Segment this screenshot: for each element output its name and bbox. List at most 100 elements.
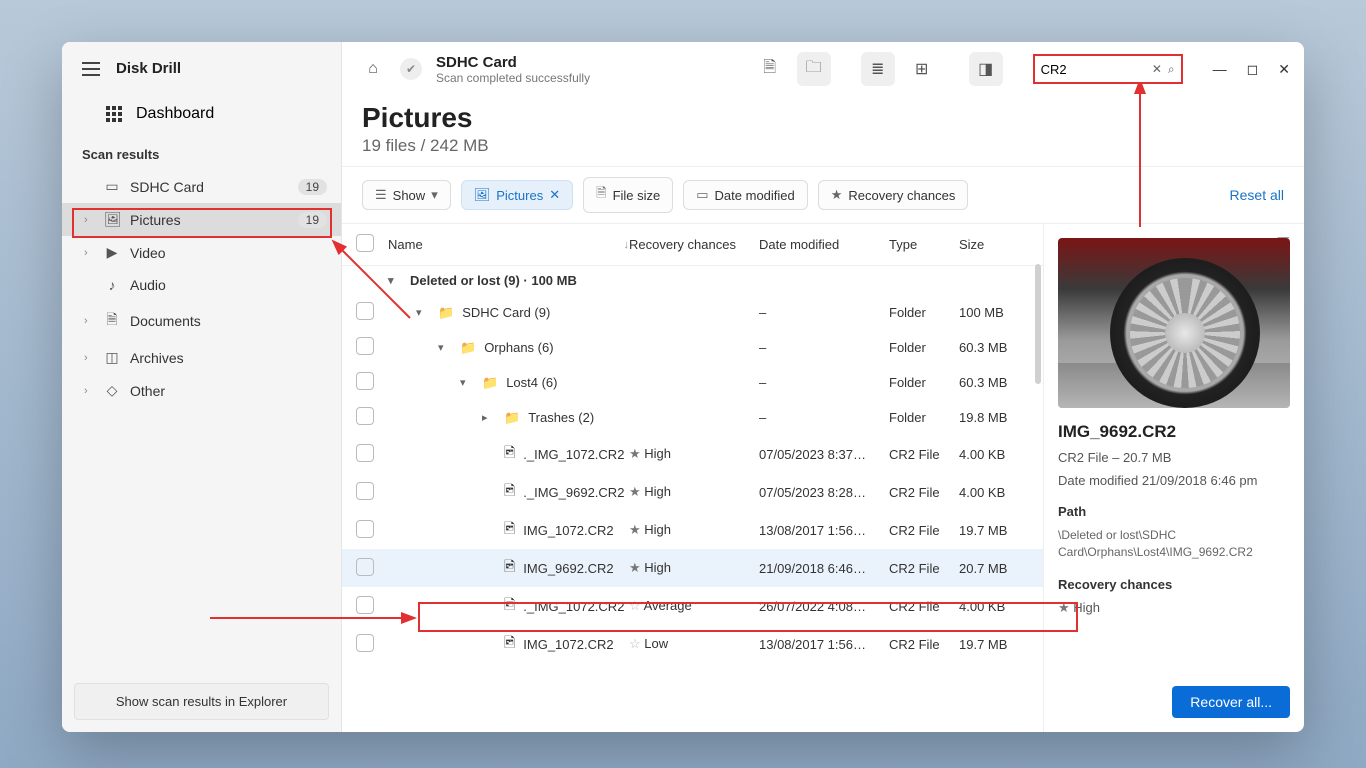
sidebar-item-other[interactable]: ›◇ Other (62, 374, 341, 407)
star-icon: ★ (831, 187, 843, 203)
sidebar-item-dashboard[interactable]: Dashboard (62, 95, 341, 133)
content-row: Name ↓ Recovery chances Date modified Ty… (342, 224, 1304, 732)
row-checkbox[interactable] (356, 558, 374, 576)
scrollbar[interactable] (1035, 264, 1041, 384)
show-in-explorer-button[interactable]: Show scan results in Explorer (74, 683, 329, 720)
topbar: ⌂ ✔ SDHC Card Scan completed successfull… (342, 42, 1304, 96)
row-type: Folder (889, 340, 959, 355)
file-row[interactable]: 🖻 ._IMG_9692.CR2★ High07/05/2023 8:28…CR… (342, 473, 1043, 511)
sidebar-item-label: Other (130, 383, 165, 399)
row-date: 07/05/2023 8:28… (759, 485, 889, 500)
row-checkbox[interactable] (356, 337, 374, 355)
file-row[interactable]: 🖻 IMG_1072.CR2★ High13/08/2017 1:56…CR2 … (342, 511, 1043, 549)
row-type: CR2 File (889, 599, 959, 614)
expander-icon[interactable]: ▾ (416, 306, 430, 319)
sidebar-item-sdhc-card[interactable]: ›▭ SDHC Card 19 (62, 170, 341, 203)
star-outline-icon: ☆ (629, 636, 641, 651)
search-box[interactable]: ✕ ⌕ (1033, 54, 1183, 84)
list-view-icon[interactable]: ≣ (861, 52, 895, 86)
header-subtitle: Scan completed successfully (436, 71, 590, 85)
filesize-filter-button[interactable]: 🗎 File size (583, 177, 673, 213)
maximize-icon[interactable]: ◻ (1247, 61, 1259, 78)
group-header[interactable]: ▾Deleted or lost (9) · 100 MB (342, 266, 1043, 295)
reset-all-link[interactable]: Reset all (1230, 187, 1284, 203)
row-checkbox[interactable] (356, 596, 374, 614)
folder-row[interactable]: ▸📁 Trashes (2)–Folder19.8 MB (342, 400, 1043, 435)
pictures-filter-chip[interactable]: 🖼 Pictures ✕ (461, 180, 573, 210)
row-checkbox[interactable] (356, 372, 374, 390)
close-icon[interactable]: ✕ (549, 187, 560, 203)
select-all-checkbox[interactable] (356, 234, 374, 252)
file-icon-btn[interactable]: 🗎 (753, 52, 787, 86)
row-name: ._IMG_1072.CR2 (523, 447, 624, 462)
expander-icon[interactable]: ▾ (438, 341, 452, 354)
search-input[interactable] (1041, 62, 1146, 77)
expander-icon[interactable]: ▸ (482, 411, 496, 424)
file-row[interactable]: 🖻 ._IMG_1072.CR2★ High07/05/2023 8:37…CR… (342, 435, 1043, 473)
star-icon: ★ (629, 484, 641, 499)
search-icon[interactable]: ⌕ (1168, 62, 1175, 77)
row-name: Lost4 (6) (506, 375, 557, 390)
row-name: SDHC Card (9) (462, 305, 550, 320)
sidebar-item-documents[interactable]: ›🗎 Documents (62, 301, 341, 341)
hamburger-icon[interactable] (82, 62, 100, 76)
preview-recovery-value: ★ High (1058, 600, 1290, 616)
folder-icon-btn[interactable]: 🗀 (797, 52, 831, 86)
file-row[interactable]: 🖻 IMG_1072.CR2☆ Low13/08/2017 1:56…CR2 F… (342, 625, 1043, 663)
panel-toggle-icon[interactable]: ◨ (969, 52, 1003, 86)
row-type: CR2 File (889, 485, 959, 500)
expander-icon[interactable]: ▾ (460, 376, 474, 389)
folder-row[interactable]: ▾📁 Lost4 (6)–Folder60.3 MB (342, 365, 1043, 400)
clear-search-icon[interactable]: ✕ (1152, 62, 1162, 76)
folder-row[interactable]: ▾📁 SDHC Card (9)–Folder100 MB (342, 295, 1043, 330)
file-row[interactable]: 🖻 IMG_9692.CR2★ High21/09/2018 6:46…CR2 … (342, 549, 1043, 587)
close-icon[interactable]: ✕ (1278, 61, 1290, 78)
row-checkbox[interactable] (356, 520, 374, 538)
folder-row[interactable]: ▾📁 Orphans (6)–Folder60.3 MB (342, 330, 1043, 365)
file-row[interactable]: 🖻 ._IMG_1072.CR2☆ Average26/07/2022 4:08… (342, 587, 1043, 625)
row-size: 4.00 KB (959, 447, 1029, 462)
minimize-icon[interactable]: — (1213, 61, 1227, 78)
row-name: IMG_9692.CR2 (523, 561, 613, 576)
archive-icon: ◫ (104, 349, 120, 366)
cr2-file-icon: 🖻 (504, 632, 515, 656)
row-date: 13/08/2017 1:56… (759, 637, 889, 652)
row-recovery: High (644, 484, 671, 499)
grid-view-icon[interactable]: ⊞ (905, 52, 939, 86)
sidebar-item-archives[interactable]: ›◫ Archives (62, 341, 341, 374)
row-name: Trashes (2) (528, 410, 594, 425)
file-icon: 🗎 (596, 184, 606, 206)
recover-all-button[interactable]: Recover all... (1172, 686, 1290, 718)
row-type: CR2 File (889, 561, 959, 576)
row-size: 19.8 MB (959, 410, 1029, 425)
datemodified-filter-button[interactable]: ▭ Date modified (683, 180, 808, 210)
col-name[interactable]: Name (388, 237, 423, 252)
row-checkbox[interactable] (356, 302, 374, 320)
image-icon: 🖼 (474, 187, 491, 203)
row-size: 100 MB (959, 305, 1029, 320)
home-icon[interactable]: ⌂ (356, 52, 390, 86)
count-badge: 19 (298, 212, 327, 228)
row-size: 19.7 MB (959, 637, 1029, 652)
row-date: – (759, 340, 889, 355)
row-checkbox[interactable] (356, 444, 374, 462)
sidebar-header: Disk Drill (62, 42, 341, 95)
col-recovery[interactable]: Recovery chances (629, 237, 759, 252)
recoverychances-filter-button[interactable]: ★ Recovery chances (818, 180, 969, 210)
sidebar-item-video[interactable]: ›▶ Video (62, 236, 341, 269)
row-date: 26/07/2022 4:08… (759, 599, 889, 614)
row-checkbox[interactable] (356, 482, 374, 500)
row-date: – (759, 305, 889, 320)
show-filter-button[interactable]: ☰ Show ▾ (362, 180, 451, 210)
sidebar-item-pictures[interactable]: ›🖼 Pictures 19 (62, 203, 341, 236)
row-type: CR2 File (889, 637, 959, 652)
sidebar-item-audio[interactable]: ›♪ Audio (62, 269, 341, 301)
col-type[interactable]: Type (889, 237, 959, 252)
col-size[interactable]: Size (959, 237, 1029, 252)
col-date[interactable]: Date modified (759, 237, 889, 252)
row-checkbox[interactable] (356, 407, 374, 425)
chevron-down-icon[interactable]: ▾ (388, 274, 402, 287)
row-recovery: Average (644, 598, 692, 613)
row-checkbox[interactable] (356, 634, 374, 652)
row-name: Orphans (6) (484, 340, 553, 355)
